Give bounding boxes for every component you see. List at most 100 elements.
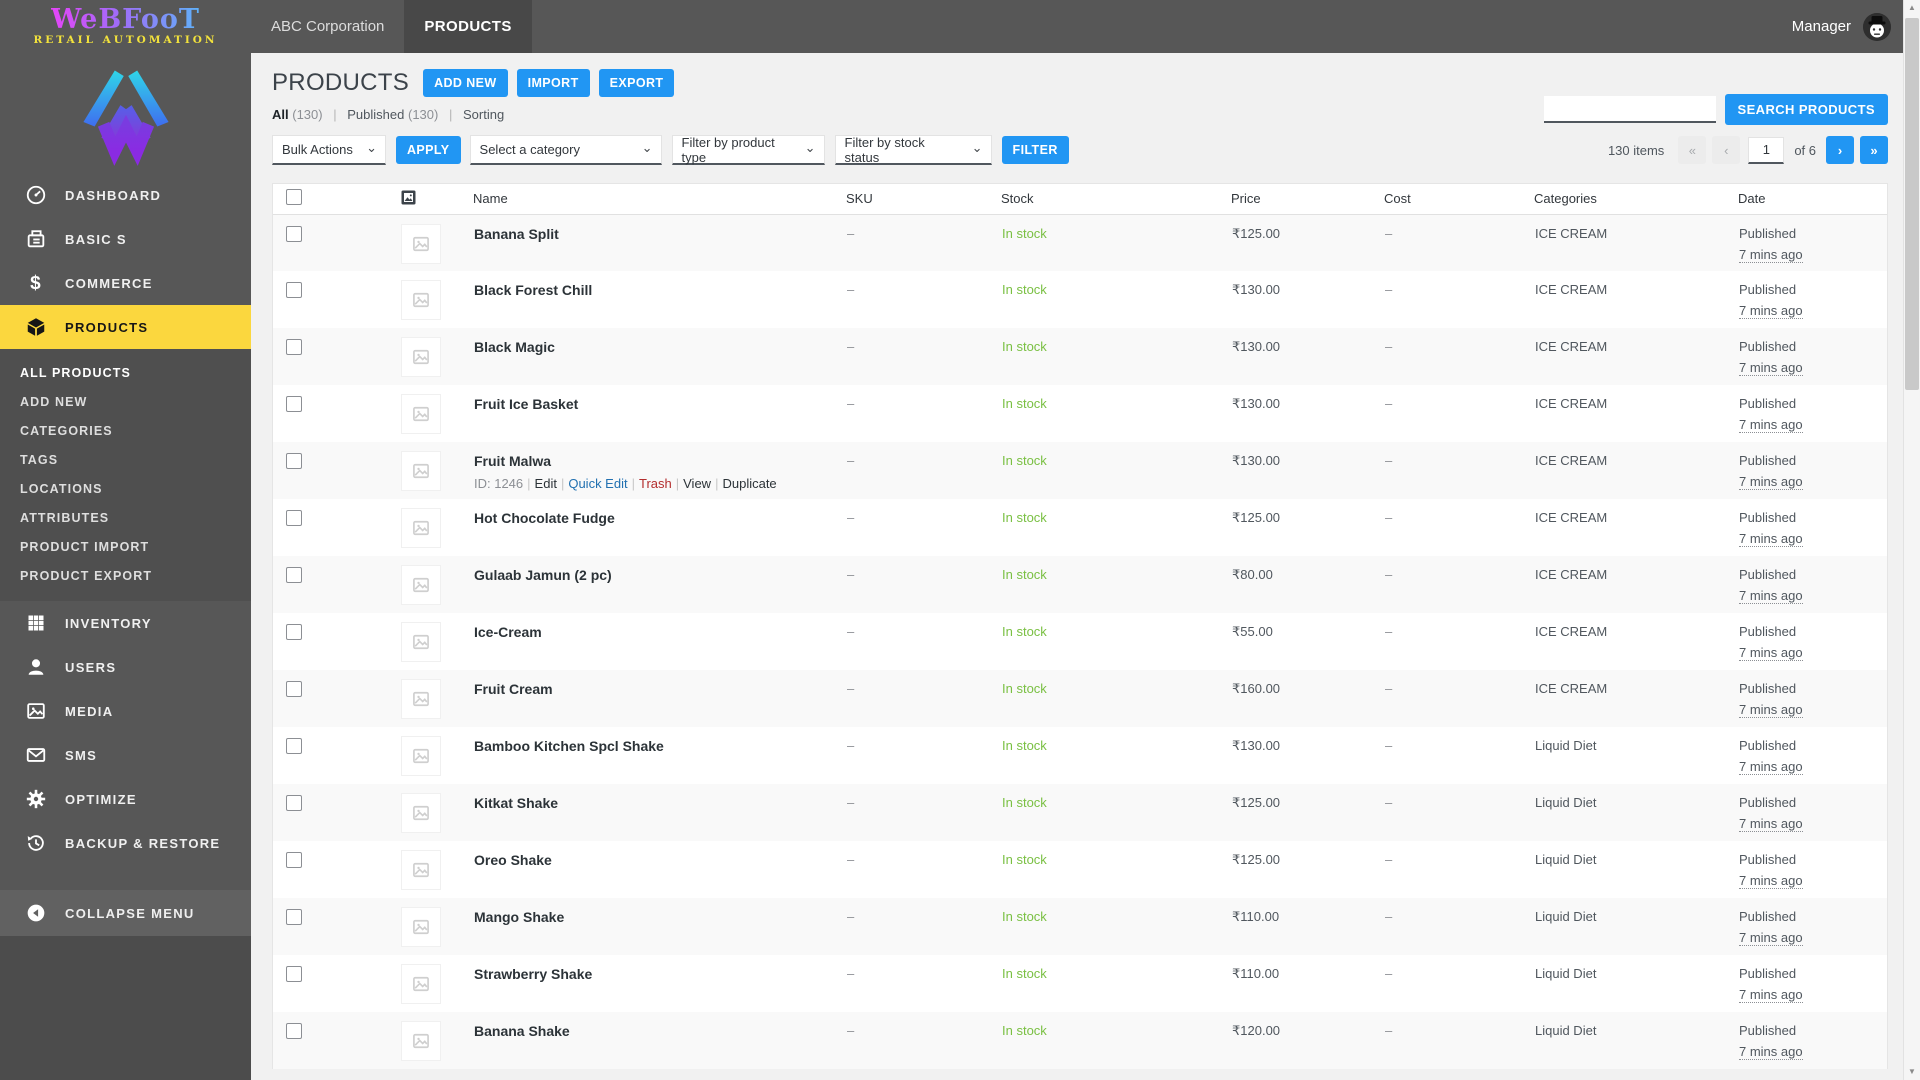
row-checkbox[interactable] <box>286 966 302 982</box>
row-checkbox[interactable] <box>286 396 302 412</box>
product-name-link[interactable]: Fruit Cream <box>474 681 845 697</box>
filter-button[interactable]: FILTER <box>1001 136 1069 164</box>
product-thumbnail[interactable] <box>401 850 441 890</box>
column-header-stock[interactable]: Stock <box>1001 184 1231 215</box>
scrollbar-up-arrow-icon[interactable]: ▲ <box>1904 0 1920 16</box>
product-name-link[interactable]: Banana Shake <box>474 1023 845 1039</box>
row-checkbox[interactable] <box>286 852 302 868</box>
product-thumbnail[interactable] <box>401 337 441 377</box>
select-all-checkbox[interactable] <box>286 189 302 206</box>
row-checkbox[interactable] <box>286 225 302 242</box>
sidebar-item-products[interactable]: PRODUCTS <box>0 305 251 349</box>
row-checkbox[interactable] <box>286 282 302 298</box>
scrollbar-thumb[interactable] <box>1905 18 1919 390</box>
column-header-name[interactable]: Name <box>473 184 846 215</box>
product-thumbnail[interactable] <box>401 736 441 776</box>
sidebar-item-basic-s[interactable]: BASIC S <box>0 217 251 261</box>
sidebar-subitem-product-export[interactable]: PRODUCT EXPORT <box>0 561 251 590</box>
row-checkbox[interactable] <box>286 1023 302 1039</box>
product-thumbnail[interactable] <box>401 1021 441 1061</box>
product-categories[interactable]: ICE CREAM <box>1535 681 1607 696</box>
sidebar-subitem-locations[interactable]: LOCATIONS <box>0 474 251 503</box>
sidebar-item-backup-restore[interactable]: BACKUP & RESTORE <box>0 821 251 865</box>
quick-edit-action-link[interactable]: Quick Edit <box>568 476 627 491</box>
brand-logo[interactable]: WeBFooT RETAIL AUTOMATION <box>0 0 251 53</box>
product-categories[interactable]: Liquid Diet <box>1535 966 1596 981</box>
sidebar-subitem-product-import[interactable]: PRODUCT IMPORT <box>0 532 251 561</box>
product-categories[interactable]: ICE CREAM <box>1535 567 1607 582</box>
product-thumbnail[interactable] <box>401 223 441 264</box>
prev-page-button[interactable]: ‹ <box>1712 136 1741 164</box>
add-new-button[interactable]: ADD NEW <box>423 69 508 97</box>
product-thumbnail[interactable] <box>401 451 441 491</box>
row-checkbox[interactable] <box>286 624 302 640</box>
column-header-date[interactable]: Date <box>1738 184 1887 215</box>
sidebar-subitem-add-new[interactable]: ADD NEW <box>0 387 251 416</box>
product-categories[interactable]: Liquid Diet <box>1535 852 1596 867</box>
current-page-input[interactable] <box>1748 136 1785 164</box>
product-name-link[interactable]: Oreo Shake <box>474 852 845 868</box>
sidebar-item-users[interactable]: USERS <box>0 645 251 689</box>
product-name-link[interactable]: Mango Shake <box>474 909 845 925</box>
product-categories[interactable]: ICE CREAM <box>1535 226 1607 241</box>
product-categories[interactable]: ICE CREAM <box>1535 282 1607 297</box>
column-header-price[interactable]: Price <box>1231 184 1384 215</box>
product-name-link[interactable]: Black Forest Chill <box>474 282 845 298</box>
product-thumbnail[interactable] <box>401 394 441 434</box>
search-input[interactable] <box>1543 96 1716 123</box>
sidebar-subitem-attributes[interactable]: ATTRIBUTES <box>0 503 251 532</box>
product-name-link[interactable]: Fruit Malwa <box>474 453 845 469</box>
product-categories[interactable]: Liquid Diet <box>1535 1023 1596 1038</box>
search-products-button[interactable]: SEARCH PRODUCTS <box>1724 94 1888 125</box>
user-role-label[interactable]: Manager <box>1792 18 1851 35</box>
trash-action-link[interactable]: Trash <box>639 476 672 491</box>
category-filter-select[interactable]: Select a category ⌄ <box>469 135 662 165</box>
product-name-link[interactable]: Bamboo Kitchen Spcl Shake <box>474 738 845 754</box>
row-checkbox[interactable] <box>286 510 302 526</box>
product-categories[interactable]: Liquid Diet <box>1535 738 1596 753</box>
product-name-link[interactable]: Banana Split <box>474 226 845 242</box>
sidebar-subitem-categories[interactable]: CATEGORIES <box>0 416 251 445</box>
export-button[interactable]: EXPORT <box>598 69 675 97</box>
product-categories[interactable]: ICE CREAM <box>1535 339 1607 354</box>
row-checkbox[interactable] <box>286 339 302 355</box>
product-thumbnail[interactable] <box>401 622 441 662</box>
product-thumbnail[interactable] <box>401 280 441 320</box>
sidebar-item-sms[interactable]: SMS <box>0 733 251 777</box>
row-checkbox[interactable] <box>286 567 302 583</box>
apply-button[interactable]: APPLY <box>396 136 461 164</box>
product-thumbnail[interactable] <box>401 793 441 833</box>
bulk-actions-select[interactable]: Bulk Actions ⌄ <box>272 135 386 165</box>
sidebar-subitem-tags[interactable]: TAGS <box>0 445 251 474</box>
row-checkbox[interactable] <box>286 738 302 754</box>
view-sorting-link[interactable]: Sorting <box>463 107 504 122</box>
import-button[interactable]: IMPORT <box>516 69 590 97</box>
product-thumbnail[interactable] <box>401 508 441 548</box>
row-checkbox[interactable] <box>286 795 302 811</box>
sidebar-item-optimize[interactable]: OPTIMIZE <box>0 777 251 821</box>
product-name-link[interactable]: Strawberry Shake <box>474 966 845 982</box>
row-checkbox[interactable] <box>286 453 302 469</box>
product-name-link[interactable]: Hot Chocolate Fudge <box>474 510 845 526</box>
user-avatar[interactable] <box>1863 12 1891 41</box>
top-tab-products[interactable]: PRODUCTS <box>404 0 532 53</box>
product-thumbnail[interactable] <box>401 964 441 1004</box>
view-action-link[interactable]: View <box>683 476 711 491</box>
view-all-link[interactable]: All <box>272 107 289 122</box>
row-checkbox[interactable] <box>286 681 302 697</box>
product-categories[interactable]: ICE CREAM <box>1535 453 1607 468</box>
product-name-link[interactable]: Ice-Cream <box>474 624 845 640</box>
edit-action-link[interactable]: Edit <box>535 476 557 491</box>
product-name-link[interactable]: Gulaab Jamun (2 pc) <box>474 567 845 583</box>
sidebar-item-media[interactable]: MEDIA <box>0 689 251 733</box>
product-categories[interactable]: ICE CREAM <box>1535 624 1607 639</box>
product-categories[interactable]: Liquid Diet <box>1535 795 1596 810</box>
first-page-button[interactable]: « <box>1678 136 1707 164</box>
product-name-link[interactable]: Fruit Ice Basket <box>474 396 845 412</box>
collapse-menu-button[interactable]: COLLAPSE MENU <box>0 890 251 936</box>
view-published-link[interactable]: Published <box>347 107 404 122</box>
product-type-filter-select[interactable]: Filter by product type ⌄ <box>671 135 825 165</box>
product-name-link[interactable]: Kitkat Shake <box>474 795 845 811</box>
next-page-button[interactable]: › <box>1826 136 1854 164</box>
sidebar-item-commerce[interactable]: $ COMMERCE <box>0 261 251 305</box>
